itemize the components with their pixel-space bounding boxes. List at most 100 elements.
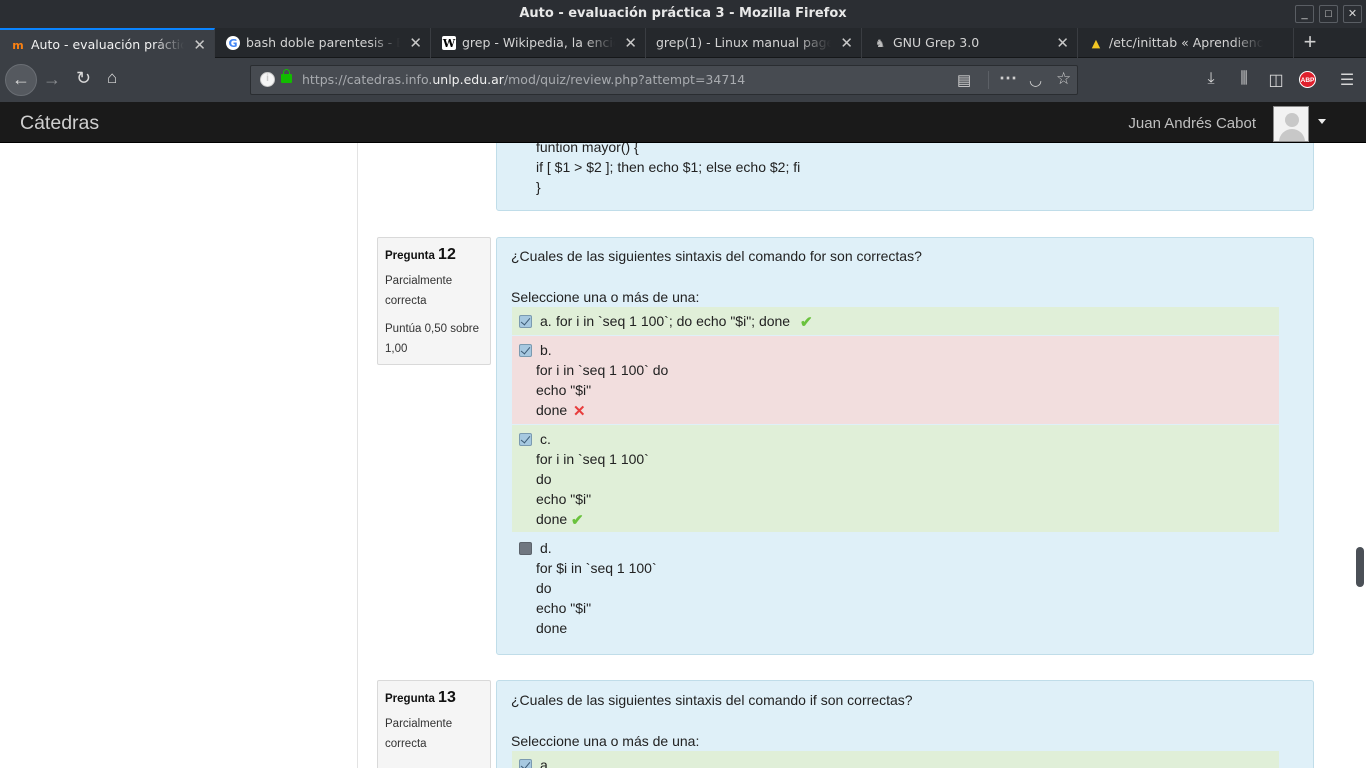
maximize-button[interactable]: □: [1319, 5, 1338, 23]
tab-inittab[interactable]: ▲ /etc/inittab « Aprendiendo A: [1078, 28, 1294, 58]
answer-option-b[interactable]: b. for i in `seq 1 100` do echo "$i" don…: [512, 336, 1279, 424]
question-score: Puntúa 0,50 sobre: [385, 323, 479, 335]
tab-google[interactable]: G bash doble parentesis - Bus ✕: [215, 28, 431, 58]
question-box-13: ¿Cuales de las siguientes sintaxis del c…: [496, 680, 1314, 768]
answer-checkbox[interactable]: [519, 315, 532, 328]
tab-wikipedia[interactable]: W grep - Wikipedia, la enciclop ✕: [431, 28, 646, 58]
lock-icon[interactable]: [281, 69, 292, 83]
answer-checkbox[interactable]: [519, 759, 532, 768]
previous-question-box: funtion mayor() { if [ $1 > $2 ]; then e…: [496, 143, 1314, 211]
google-icon: G: [226, 36, 240, 50]
tab-label: grep(1) - Linux manual page: [656, 35, 831, 50]
forward-button[interactable]: →: [43, 69, 61, 90]
minimize-button[interactable]: _: [1295, 5, 1314, 23]
close-tab-icon[interactable]: ✕: [624, 34, 637, 52]
back-button[interactable]: ←: [5, 64, 37, 96]
site-header: Cátedras Juan Andrés Cabot: [0, 102, 1366, 143]
home-button[interactable]: ⌂: [107, 68, 117, 88]
answer-line: echo "$i": [536, 600, 592, 616]
answer-line: done: [536, 620, 568, 636]
adblock-plus-icon[interactable]: ABP: [1299, 71, 1316, 88]
question-number: Pregunta 13: [385, 689, 456, 706]
correct-tick-icon: ✔: [800, 314, 813, 331]
close-tab-icon[interactable]: ✕: [1056, 34, 1069, 52]
correct-tick-icon: ✔: [571, 512, 584, 529]
answer-line: echo "$i": [536, 382, 592, 398]
tab-label: bash doble parentesis - Bus: [246, 35, 400, 50]
tab-label: grep - Wikipedia, la enciclop: [462, 35, 615, 50]
question-status: correcta: [385, 295, 427, 307]
url-bar[interactable]: i https://catedras.info.unlp.edu.ar/mod/…: [250, 65, 1078, 95]
answer-line: echo "$i": [536, 491, 592, 507]
moodle-icon: m: [12, 38, 24, 52]
answer-line: for i in `seq 1 100`: [536, 451, 649, 467]
avatar[interactable]: [1273, 106, 1309, 142]
tux-icon: ▲: [1091, 36, 1101, 50]
tab-strip: m Auto - evaluación práctica 3 ✕ G bash …: [0, 28, 1366, 58]
answer-line: for i in `seq 1 100` do: [536, 362, 669, 378]
library-icon[interactable]: ⫼: [1233, 70, 1255, 88]
close-window-button[interactable]: ✕: [1343, 5, 1362, 23]
question-info-12: Pregunta 12 Parcialmente correcta Puntúa…: [377, 237, 491, 365]
tab-man-page[interactable]: grep(1) - Linux manual page ✕: [646, 28, 862, 58]
avatar-body: [1279, 129, 1305, 141]
question-status: Parcialmente: [385, 718, 453, 730]
answer-line: do: [536, 580, 552, 596]
question-status: correcta: [385, 738, 427, 750]
answer-letter: a.: [540, 757, 552, 768]
code-line: if [ $1 > $2 ]; then echo $1; else echo …: [536, 159, 801, 175]
tab-gnu-grep[interactable]: ♞ GNU Grep 3.0 ✕: [862, 28, 1078, 58]
tab-label: /etc/inittab « Aprendiendo A: [1109, 35, 1263, 50]
incorrect-cross-icon: ✕: [573, 403, 586, 420]
answer-option-a[interactable]: a.: [512, 751, 1279, 768]
downloads-icon[interactable]: ⤓: [1200, 70, 1222, 88]
question-score: 1,00: [385, 343, 408, 355]
page-scrollbar-thumb[interactable]: [1356, 547, 1364, 587]
tab-label: Auto - evaluación práctica 3: [31, 37, 184, 52]
close-tab-icon[interactable]: ✕: [193, 36, 206, 54]
new-tab-button[interactable]: +: [1296, 28, 1324, 58]
close-tab-icon[interactable]: ✕: [840, 34, 853, 52]
page-actions-icon[interactable]: ⋯: [999, 68, 1017, 89]
question-status: Parcialmente: [385, 275, 453, 287]
question-text: ¿Cuales de las siguientes sintaxis del c…: [511, 248, 922, 264]
tab-label: GNU Grep 3.0: [893, 35, 980, 50]
reload-button[interactable]: ↻: [76, 68, 91, 89]
site-info-icon[interactable]: i: [260, 72, 275, 87]
answer-prompt: Seleccione una o más de una:: [511, 289, 700, 305]
pocket-icon[interactable]: ◡: [1029, 71, 1042, 89]
content-divider: [357, 143, 358, 768]
window-title: Auto - evaluación práctica 3 - Mozilla F…: [519, 6, 847, 21]
navigation-toolbar: ← → ↻ ⌂ i https://catedras.info.unlp.edu…: [0, 58, 1366, 102]
answer-checkbox[interactable]: [519, 433, 532, 446]
avatar-head: [1285, 113, 1299, 127]
answer-option-a[interactable]: a. for i in `seq 1 100`; do echo "$i"; d…: [512, 307, 1279, 335]
answer-line: for i in `seq 1 100`; do echo "$i"; done: [556, 313, 791, 329]
user-menu-caret-icon[interactable]: [1318, 119, 1326, 124]
site-brand[interactable]: Cátedras: [20, 112, 99, 135]
sidebar-icon[interactable]: ◫: [1265, 70, 1287, 90]
question-box-12: ¿Cuales de las siguientes sintaxis del c…: [496, 237, 1314, 655]
question-text: ¿Cuales de las siguientes sintaxis del c…: [511, 692, 913, 708]
answer-letter: a.: [540, 313, 552, 329]
question-info-13: Pregunta 13 Parcialmente correcta: [377, 680, 491, 768]
answer-option-d[interactable]: d. for $i in `seq 1 100` do echo "$i" do…: [512, 534, 1279, 642]
answer-line: done: [536, 402, 568, 418]
bookmark-star-icon[interactable]: ☆: [1056, 69, 1071, 89]
gnu-icon: ♞: [875, 36, 885, 50]
answer-letter: b.: [540, 342, 552, 358]
url-divider: [988, 71, 989, 89]
window-titlebar: Auto - evaluación práctica 3 - Mozilla F…: [0, 0, 1366, 28]
user-name[interactable]: Juan Andrés Cabot: [1128, 115, 1256, 132]
menu-icon[interactable]: ☰: [1336, 70, 1358, 90]
answer-checkbox[interactable]: [519, 344, 532, 357]
close-tab-icon[interactable]: ✕: [409, 34, 422, 52]
answer-option-c[interactable]: c. for i in `seq 1 100` do echo "$i" don…: [512, 425, 1279, 532]
answer-line: do: [536, 471, 552, 487]
answer-line: for $i in `seq 1 100`: [536, 560, 657, 576]
url-text[interactable]: https://catedras.info.unlp.edu.ar/mod/qu…: [302, 72, 745, 87]
reader-view-icon[interactable]: ▤: [957, 71, 971, 89]
answer-checkbox[interactable]: [519, 542, 532, 555]
page-content: funtion mayor() { if [ $1 > $2 ]; then e…: [0, 143, 1366, 768]
tab-quiz[interactable]: m Auto - evaluación práctica 3 ✕: [0, 28, 215, 58]
